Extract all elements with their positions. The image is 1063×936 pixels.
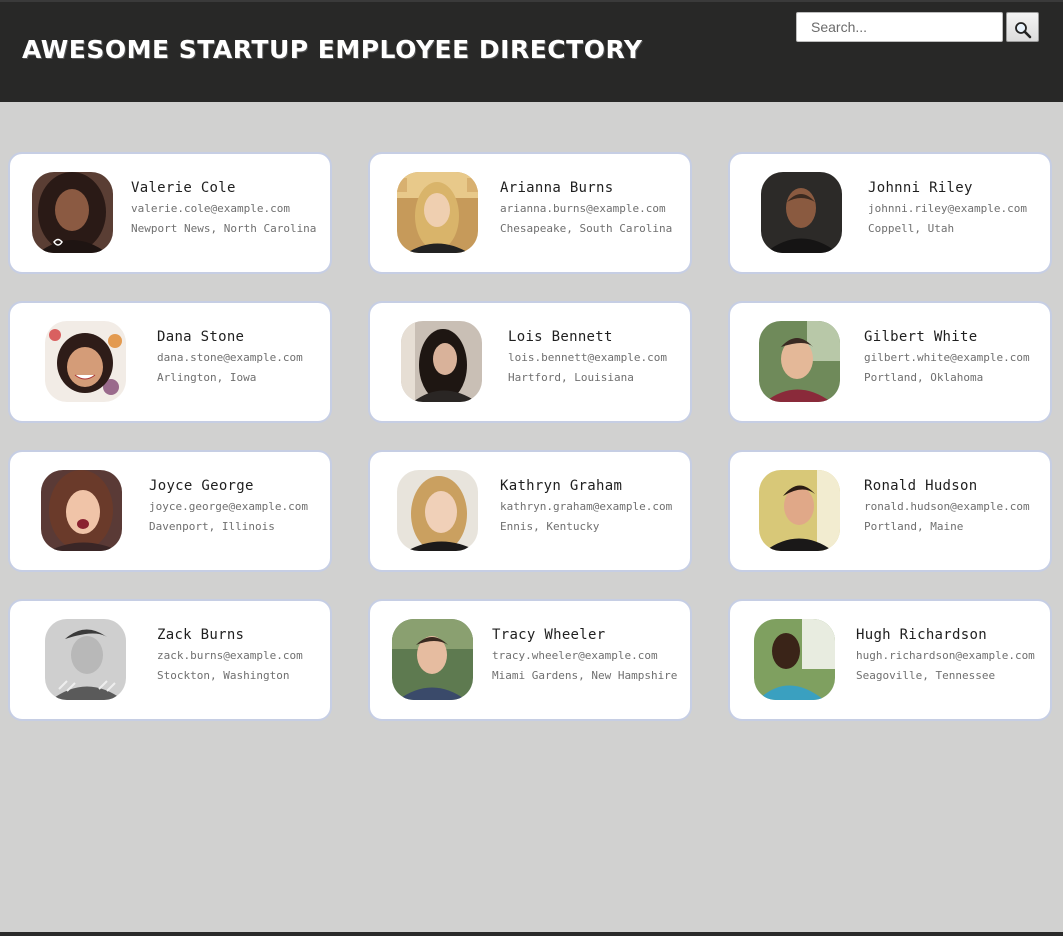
- employee-avatar: [759, 321, 840, 402]
- employee-avatar: [397, 172, 478, 253]
- employee-name: Tracy Wheeler: [492, 627, 606, 643]
- employee-name: Ronald Hudson: [864, 478, 978, 494]
- employee-avatar: [397, 470, 478, 551]
- employee-location: Seagoville, Tennessee: [856, 669, 996, 682]
- employee-name: Valerie Cole: [131, 180, 236, 196]
- employee-card[interactable]: Tracy Wheeler tracy.wheeler@example.com …: [368, 599, 692, 721]
- employee-email: tracy.wheeler@example.com: [492, 649, 658, 662]
- employee-avatar: [759, 470, 840, 551]
- employee-location: Miami Gardens, New Hampshire: [492, 669, 678, 682]
- employee-card[interactable]: Lois Bennett lois.bennett@example.com Ha…: [368, 301, 692, 423]
- employee-name: Kathryn Graham: [500, 478, 623, 494]
- employee-name: Gilbert White: [864, 329, 978, 345]
- employee-avatar: [754, 619, 835, 700]
- employee-email: arianna.burns@example.com: [500, 202, 666, 215]
- employee-email: gilbert.white@example.com: [864, 351, 1030, 364]
- employee-card[interactable]: Valerie Cole valerie.cole@example.com Ne…: [8, 152, 332, 274]
- search-input[interactable]: [796, 12, 1003, 42]
- employee-name: Hugh Richardson: [856, 627, 987, 643]
- employee-name: Arianna Burns: [500, 180, 614, 196]
- employee-location: Davenport, Illinois: [149, 520, 275, 533]
- employee-card[interactable]: Ronald Hudson ronald.hudson@example.com …: [728, 450, 1052, 572]
- employee-email: zack.burns@example.com: [157, 649, 303, 662]
- employee-card[interactable]: Dana Stone dana.stone@example.com Arling…: [8, 301, 332, 423]
- employee-location: Arlington, Iowa: [157, 371, 257, 384]
- page-title: Awesome Startup Employee Directory: [22, 35, 643, 64]
- employee-name: Lois Bennett: [508, 329, 613, 345]
- employee-email: johnni.riley@example.com: [868, 202, 1027, 215]
- bottom-border: [0, 932, 1063, 936]
- employee-email: lois.bennett@example.com: [508, 351, 667, 364]
- employee-avatar: [32, 172, 113, 253]
- employee-location: Newport News, North Carolina: [131, 222, 317, 235]
- page-header: Awesome Startup Employee Directory: [0, 2, 1063, 102]
- employee-name: Zack Burns: [157, 627, 245, 643]
- employee-card[interactable]: Johnni Riley johnni.riley@example.com Co…: [728, 152, 1052, 274]
- employee-email: valerie.cole@example.com: [131, 202, 290, 215]
- employee-avatar: [45, 321, 126, 402]
- employee-card[interactable]: Zack Burns zack.burns@example.com Stockt…: [8, 599, 332, 721]
- employee-avatar: [401, 321, 482, 402]
- employee-avatar: [41, 470, 122, 551]
- employee-avatar: [392, 619, 473, 700]
- employee-card[interactable]: Arianna Burns arianna.burns@example.com …: [368, 152, 692, 274]
- employee-avatar: [761, 172, 842, 253]
- employee-avatar: [45, 619, 126, 700]
- employee-name: Dana Stone: [157, 329, 245, 345]
- employee-name: Joyce George: [149, 478, 254, 494]
- employee-email: ronald.hudson@example.com: [864, 500, 1030, 513]
- employee-card[interactable]: Hugh Richardson hugh.richardson@example.…: [728, 599, 1052, 721]
- employee-email: dana.stone@example.com: [157, 351, 303, 364]
- employee-email: joyce.george@example.com: [149, 500, 308, 513]
- search-icon: [1007, 21, 1038, 39]
- employee-location: Hartford, Louisiana: [508, 371, 634, 384]
- employee-card[interactable]: Joyce George joyce.george@example.com Da…: [8, 450, 332, 572]
- search-button[interactable]: [1006, 12, 1039, 42]
- employee-location: Chesapeake, South Carolina: [500, 222, 673, 235]
- employee-location: Stockton, Washington: [157, 669, 290, 682]
- employee-location: Coppell, Utah: [868, 222, 955, 235]
- employee-location: Portland, Maine: [864, 520, 964, 533]
- employee-email: hugh.richardson@example.com: [856, 649, 1035, 662]
- employee-name: Johnni Riley: [868, 180, 973, 196]
- employee-email: kathryn.graham@example.com: [500, 500, 673, 513]
- employee-card[interactable]: Gilbert White gilbert.white@example.com …: [728, 301, 1052, 423]
- employee-card[interactable]: Kathryn Graham kathryn.graham@example.co…: [368, 450, 692, 572]
- employee-location: Ennis, Kentucky: [500, 520, 600, 533]
- employee-location: Portland, Oklahoma: [864, 371, 984, 384]
